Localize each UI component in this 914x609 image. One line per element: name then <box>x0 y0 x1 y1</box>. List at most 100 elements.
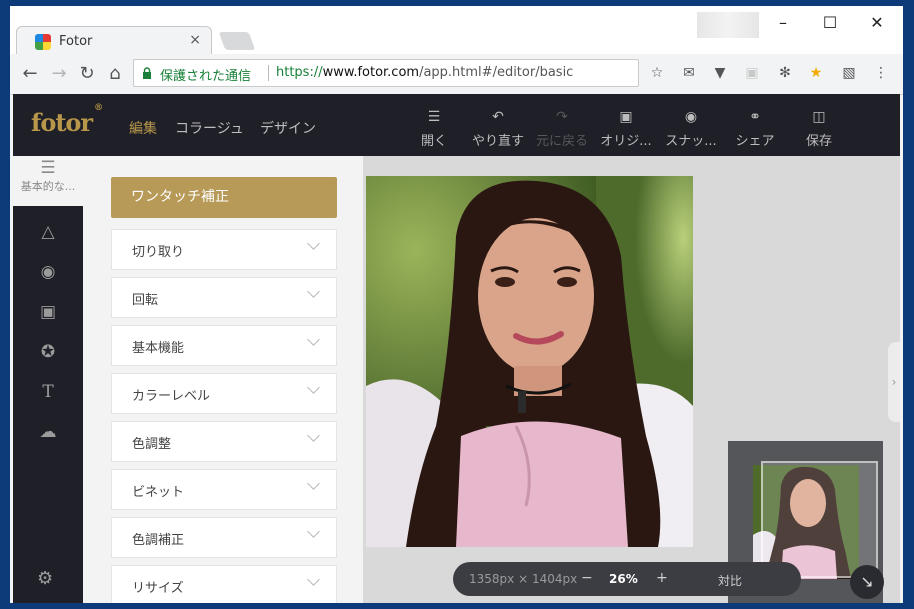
sidebar-item-beauty[interactable]: ◉ <box>13 254 83 294</box>
accordion-label: ビネット <box>132 485 185 500</box>
sidebar-item-text[interactable]: T <box>13 374 83 414</box>
eye-icon: ◉ <box>40 262 56 282</box>
bookmark-star-icon[interactable]: ☆ <box>648 64 666 82</box>
url-host: www.fotor.com <box>322 65 420 80</box>
sidebar-item-cloud[interactable]: ☁ <box>13 414 83 454</box>
adjust-panel: ワンタッチ補正 切り取り 回転 基本機能 カラーレベル 色調整 ビネット 色調補… <box>83 156 363 603</box>
redo-button[interactable]: ↷ 元に戻る <box>534 108 590 149</box>
accordion-tone-correction[interactable]: 色調補正 <box>111 517 337 558</box>
tab-strip: Fotor × – ☐ ✕ <box>10 6 903 56</box>
close-window-icon[interactable]: ✕ <box>862 12 892 34</box>
sliders-icon: ☰ <box>40 158 56 178</box>
snapshot-label: スナッ... <box>665 134 717 149</box>
open-label: 開く <box>420 134 447 149</box>
rss-icon[interactable]: ▣ <box>743 64 761 82</box>
snapshot-button[interactable]: ◉ スナッ... <box>663 108 719 149</box>
accordion-label: 基本機能 <box>132 341 185 356</box>
reload-icon[interactable]: ↻ <box>76 63 98 85</box>
logo-text: fotor <box>31 108 93 137</box>
sidebar-item-frames[interactable]: ▣ <box>13 294 83 334</box>
open-button[interactable]: ☰ 開く <box>406 108 462 149</box>
sidebar-item-stickers[interactable]: ✪ <box>13 334 83 374</box>
maximize-icon[interactable]: ☐ <box>815 12 845 34</box>
accordion-crop[interactable]: 切り取り <box>111 229 337 270</box>
undo-label: やり直す <box>471 134 524 149</box>
accordion-label: 切り取り <box>132 245 185 260</box>
keep-extension-icon[interactable]: ▧ <box>840 64 858 82</box>
zoom-percent: 26% <box>609 572 638 586</box>
forward-icon[interactable]: → <box>48 63 70 85</box>
accordion-label: 色調整 <box>132 437 172 452</box>
save-label: 保存 <box>805 134 832 149</box>
image-dimensions: 1358px × 1404px <box>469 572 578 586</box>
undo-button[interactable]: ↶ やり直す <box>470 108 526 149</box>
sidebar-item-basic-label: 基本的な... <box>20 180 76 193</box>
tab-close-icon[interactable]: × <box>189 32 201 48</box>
url-text[interactable]: https://www.fotor.com/app.html#/editor/b… <box>276 65 573 80</box>
pocket-icon[interactable]: ▼ <box>711 64 729 82</box>
share-label: シェア <box>735 134 775 149</box>
new-tab-button[interactable] <box>218 32 256 50</box>
accordion-basic-functions[interactable]: 基本機能 <box>111 325 337 366</box>
redo-label: 元に戻る <box>535 134 588 149</box>
editor-canvas[interactable]: › ↘ 1358px × 1404px − 26% + 対比 <box>363 156 900 603</box>
menu-kebab-icon[interactable]: ⋮ <box>872 64 890 82</box>
secure-label: 保護された通信 <box>160 69 252 84</box>
paint-extension-icon[interactable]: ✻ <box>776 64 794 82</box>
original-label: オリジ... <box>600 134 652 149</box>
redo-icon: ↷ <box>556 109 568 125</box>
minimize-icon[interactable]: – <box>768 12 798 34</box>
save-button[interactable]: ◫ 保存 <box>791 108 847 149</box>
menu-edit[interactable]: 編集 <box>129 118 157 138</box>
panel-expand-arrow[interactable]: › <box>888 342 900 422</box>
collapse-navigator-icon[interactable]: ↘ <box>850 565 884 599</box>
save-icon: ◫ <box>812 109 826 125</box>
accordion-label: カラーレベル <box>132 389 211 404</box>
zoom-out-button[interactable]: − <box>581 570 593 586</box>
chevron-down-icon <box>307 429 320 442</box>
chevron-down-icon <box>307 237 320 250</box>
cloud-upload-icon: ☁ <box>39 422 57 442</box>
coin-extension-icon[interactable]: ★ <box>807 64 825 82</box>
chevron-down-icon <box>307 477 320 490</box>
frame-icon: ▣ <box>39 302 57 322</box>
home-icon[interactable]: ⌂ <box>104 63 126 85</box>
tab-title: Fotor <box>59 34 93 49</box>
accordion-vignette[interactable]: ビネット <box>111 469 337 510</box>
share-icon: ⚭ <box>749 109 761 125</box>
logo-registered-mark: ® <box>94 103 103 113</box>
menu-design[interactable]: デザイン <box>260 118 316 138</box>
compare-button[interactable]: 対比 <box>718 572 742 589</box>
app-header: fotor ® 編集 コラージュ デザイン ☰ 開く ↶ やり直す ↷ 元に戻る ▣ オリ… <box>13 94 900 156</box>
sidebar-item-effects[interactable]: △ <box>13 214 83 254</box>
undo-icon: ↶ <box>492 109 504 125</box>
browser-window: Fotor × – ☐ ✕ ← → ↻ ⌂ 保護された通信 https://ww… <box>10 6 903 603</box>
open-menu-icon: ☰ <box>427 109 441 125</box>
share-button[interactable]: ⚭ シェア <box>727 108 783 149</box>
settings-gear-icon[interactable]: ⚙ <box>37 568 53 589</box>
chevron-down-icon <box>307 381 320 394</box>
browser-tab[interactable]: Fotor × <box>16 26 212 56</box>
original-button[interactable]: ▣ オリジ... <box>598 108 654 149</box>
accordion-resize[interactable]: リサイズ <box>111 565 337 603</box>
accordion-rotate[interactable]: 回転 <box>111 277 337 318</box>
accordion-color-adjust[interactable]: 色調整 <box>111 421 337 462</box>
browser-toolbar: ← → ↻ ⌂ 保護された通信 https://www.fotor.com/ap… <box>10 54 903 95</box>
lock-icon <box>143 67 151 79</box>
zoom-in-button[interactable]: + <box>656 570 668 586</box>
address-bar[interactable]: 保護された通信 https://www.fotor.com/app.html#/… <box>133 59 639 87</box>
accordion-color-level[interactable]: カラーレベル <box>111 373 337 414</box>
profile-avatar[interactable] <box>697 12 759 38</box>
fotor-logo[interactable]: fotor ® <box>31 103 103 137</box>
url-scheme: https:// <box>276 65 323 80</box>
navigator-viewport-frame[interactable] <box>761 461 878 578</box>
sidebar-item-basic[interactable]: ☰ 基本的な... <box>13 156 83 206</box>
back-icon[interactable]: ← <box>19 63 41 85</box>
menu-collage[interactable]: コラージュ <box>175 118 244 138</box>
flask-icon: △ <box>41 222 55 242</box>
one-touch-fix-button[interactable]: ワンタッチ補正 <box>111 177 337 218</box>
accordion-label: 回転 <box>132 293 159 308</box>
mail-extension-icon[interactable]: ✉ <box>680 64 698 82</box>
edited-photo[interactable] <box>366 176 693 547</box>
chevron-down-icon <box>307 525 320 538</box>
